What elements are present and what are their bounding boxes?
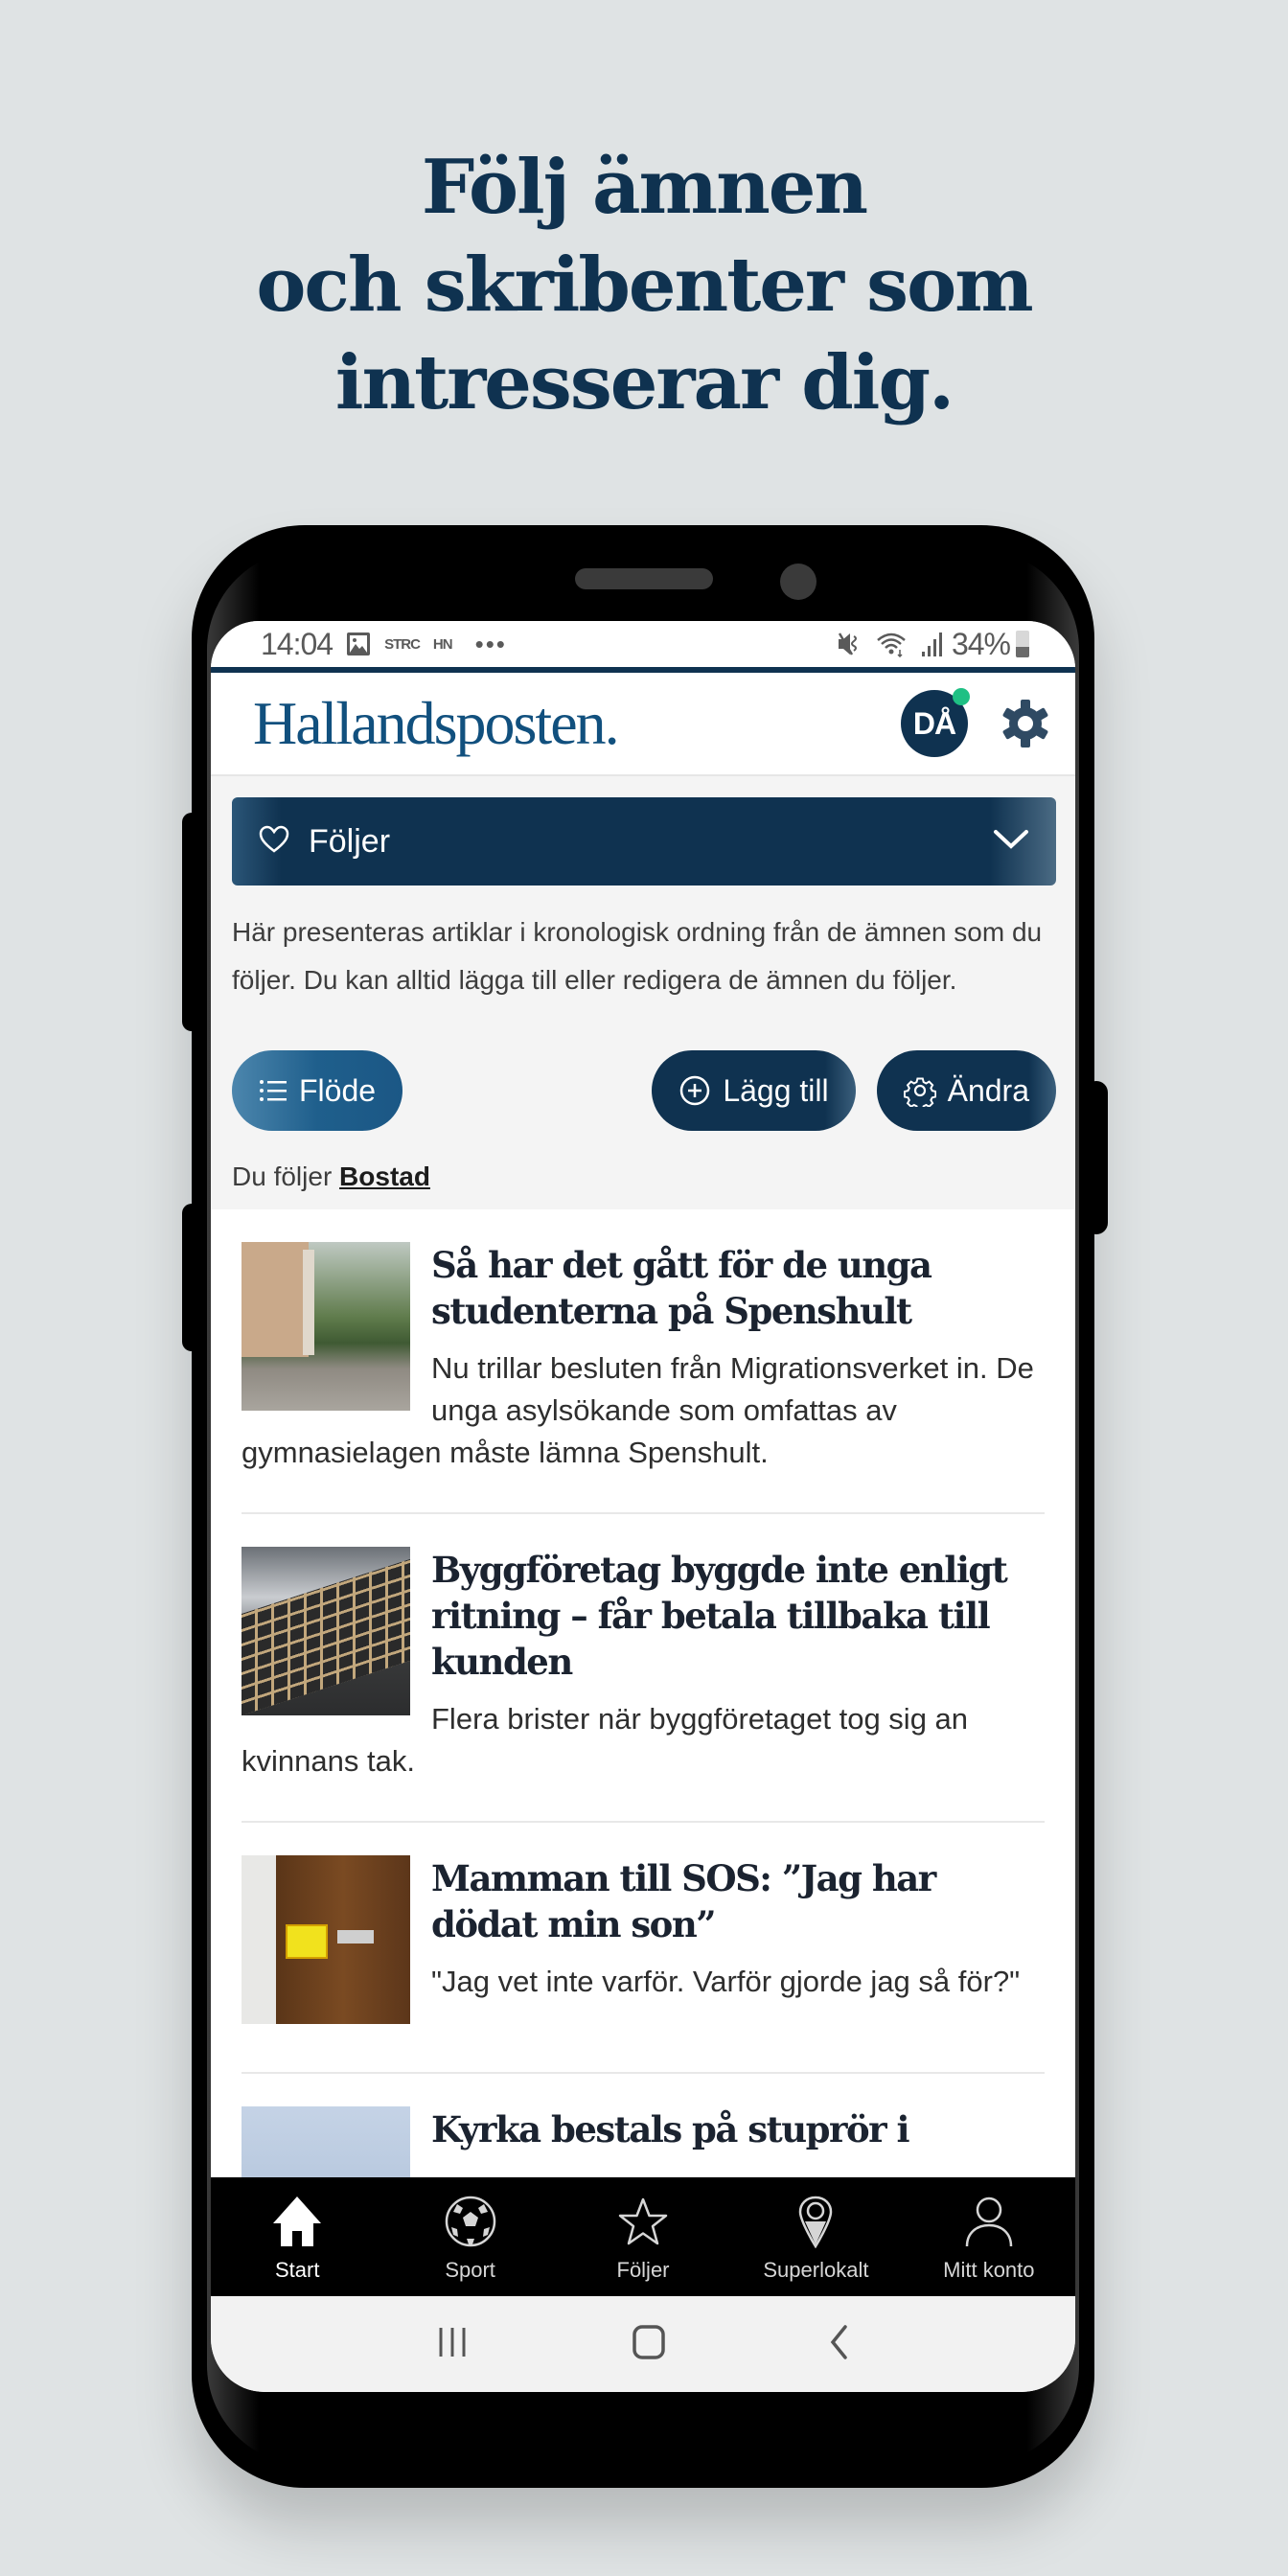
topic-link-bostad[interactable]: Bostad [339, 1162, 430, 1191]
article-thumbnail [242, 1547, 410, 1715]
article-list: Så har det gått för de unga studenterna … [211, 1209, 1075, 2325]
battery-icon [1016, 631, 1029, 657]
bottom-navigation: Start Sport Följer Superlokalt Mitt kont… [211, 2177, 1075, 2296]
star-icon [616, 2189, 670, 2248]
following-dropdown[interactable]: Följer [232, 797, 1056, 886]
action-buttons: Flöde Lägg till Ändra [232, 1050, 1056, 1131]
edit-topics-button-label: Ändra [947, 1072, 1029, 1108]
list-icon [259, 1078, 288, 1103]
hallandsposten-logo[interactable]: Hallandsposten. [253, 688, 901, 759]
plus-circle-icon [678, 1074, 711, 1107]
phone-screen: 14:04 STRC HN ••• 34% Hallandsposten. DÅ… [211, 621, 1075, 2392]
mute-vibrate-icon [837, 631, 862, 657]
article-thumbnail [242, 1855, 410, 2024]
following-topic-line: Du följer Bostad [232, 1162, 1056, 1192]
user-icon [964, 2189, 1014, 2248]
nav-sport[interactable]: Sport [383, 2177, 556, 2296]
promo-headline: Följ ämnen och skribenter som intressera… [0, 139, 1288, 432]
bixby-button [182, 1204, 201, 1351]
gallery-icon [346, 632, 371, 656]
recent-apps-icon[interactable] [435, 2326, 470, 2363]
phone-frame: 14:04 STRC HN ••• 34% Hallandsposten. DÅ… [182, 525, 1108, 2488]
nav-superlokalt[interactable]: Superlokalt [729, 2177, 902, 2296]
user-avatar[interactable]: DÅ [901, 688, 970, 757]
nav-mitt-konto[interactable]: Mitt konto [903, 2177, 1075, 2296]
add-topic-button[interactable]: Lägg till [652, 1050, 856, 1131]
following-prefix: Du följer [232, 1162, 333, 1191]
back-icon[interactable] [828, 2324, 851, 2365]
gear-outline-icon [903, 1074, 936, 1107]
nav-start[interactable]: Start [211, 2177, 383, 2296]
chevron-down-icon [993, 828, 1029, 856]
headline-line-3: intresserar dig. [334, 339, 954, 426]
edit-topics-button[interactable]: Ändra [876, 1050, 1056, 1131]
volume-button [182, 813, 201, 1031]
nav-foljer[interactable]: Följer [557, 2177, 729, 2296]
system-navigation-bar [211, 2296, 1075, 2392]
battery-percent: 34% [951, 626, 1011, 661]
nav-foljer-label: Följer [616, 2258, 670, 2282]
soccer-ball-icon [444, 2189, 497, 2248]
feed-button-label: Flöde [299, 1072, 377, 1108]
more-dots-icon: ••• [474, 629, 507, 658]
headline-line-2: och skribenter som [256, 242, 1033, 329]
heart-icon [259, 825, 289, 859]
speaker-grille [575, 568, 713, 589]
main-content: Följer Här presenteras artiklar i kronol… [211, 776, 1075, 1192]
nav-start-label: Start [274, 2258, 320, 2282]
settings-gear-icon[interactable] [999, 697, 1052, 750]
add-topic-button-label: Lägg till [723, 1072, 829, 1108]
hn-notification-icon: HN [432, 635, 453, 653]
article-item[interactable]: Mamman till SOS: ”Jag har dödat min son”… [242, 1823, 1045, 2074]
headline-line-1: Följ ämnen [421, 144, 868, 231]
status-bar: 14:04 STRC HN ••• 34% [211, 621, 1075, 667]
power-button [1085, 1081, 1108, 1234]
strc-notification-icon: STRC [384, 635, 421, 653]
article-item[interactable]: Byggföretag byggde inte enligt ritning –… [242, 1514, 1045, 1823]
notification-dot [953, 688, 970, 705]
wifi-icon [875, 631, 908, 657]
home-icon [271, 2189, 323, 2248]
location-pin-icon [796, 2189, 835, 2248]
home-button-icon[interactable] [632, 2324, 666, 2365]
feed-button[interactable]: Flöde [232, 1050, 403, 1131]
nav-superlokalt-label: Superlokalt [763, 2258, 869, 2282]
avatar-initials: DÅ [912, 705, 956, 741]
nav-sport-label: Sport [445, 2258, 495, 2282]
front-camera [780, 564, 816, 600]
following-description: Här presenteras artiklar i kronologisk o… [232, 917, 1043, 995]
article-item[interactable]: Så har det gått för de unga studenterna … [242, 1209, 1045, 1514]
nav-mitt-konto-label: Mitt konto [943, 2258, 1035, 2282]
app-header: Hallandsposten. DÅ [211, 673, 1075, 776]
article-thumbnail [242, 1242, 410, 1411]
signal-icon [921, 631, 942, 657]
following-dropdown-label: Följer [309, 822, 391, 860]
status-time: 14:04 [261, 626, 334, 661]
